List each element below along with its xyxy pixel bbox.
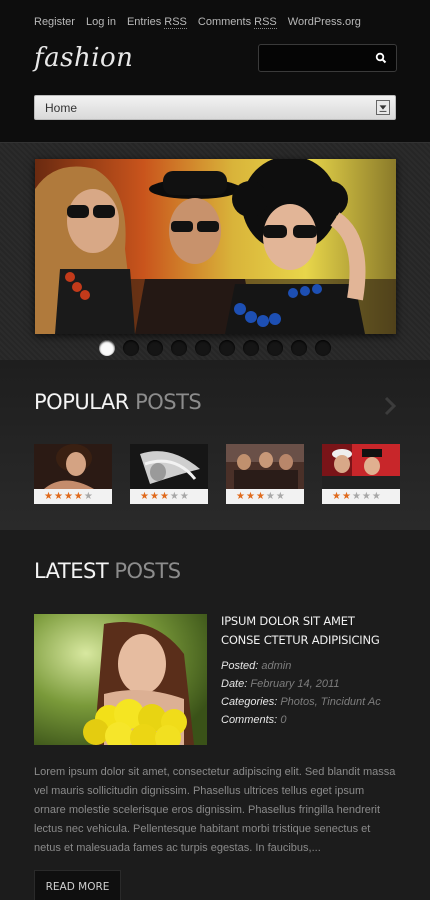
posted-author-link[interactable]: admin: [261, 660, 291, 672]
popular-posts-title: POPULAR POSTS: [34, 390, 202, 414]
slider-dot[interactable]: [171, 340, 187, 356]
search-icon[interactable]: [375, 52, 387, 64]
latest-title-bold: LATEST: [34, 559, 109, 583]
star-icon: ★: [265, 490, 275, 502]
star-icon: ★: [275, 490, 285, 502]
star-rating: ★ ★ ★ ★ ★: [322, 489, 400, 504]
latest-title-light: POSTS: [114, 559, 181, 583]
star-icon: ★: [169, 490, 179, 502]
post-meta-comments: Comments: 0: [221, 714, 286, 726]
popular-posts-section: POPULAR POSTS ★ ★ ★ ★ ★ ★ ★ ★ ★ ★ ★ ★ ★ …: [0, 360, 430, 530]
entries-rss-abbr: RSS: [164, 16, 187, 29]
slider-dot[interactable]: [243, 340, 259, 356]
popular-title-light: POSTS: [135, 390, 202, 414]
comments-count-value[interactable]: 0: [280, 714, 286, 726]
popular-posts-list: ★ ★ ★ ★ ★ ★ ★ ★ ★ ★ ★ ★ ★ ★ ★ ★ ★ ★ ★ ★: [34, 444, 400, 504]
dropdown-arrow-icon: [376, 100, 390, 115]
slider-dot[interactable]: [147, 340, 163, 356]
latest-posts-title: LATEST POSTS: [34, 559, 181, 583]
logo-text: fashion: [32, 43, 133, 73]
post-meta-date: Date: February 14, 2011: [221, 678, 339, 690]
popular-post-thumbnail[interactable]: [226, 444, 304, 489]
star-icon: ★: [245, 490, 255, 502]
woman-portrait-image: [34, 444, 112, 489]
blonde-hair-image: [130, 444, 208, 489]
categories-label: Categories:: [221, 696, 278, 708]
star-icon: ★: [341, 490, 351, 502]
popular-post-item[interactable]: ★ ★ ★ ★ ★: [226, 444, 304, 504]
woman-flowers-image: [34, 614, 207, 745]
featured-slider: [0, 142, 430, 360]
star-icon: ★: [159, 490, 169, 502]
latest-posts-section: LATEST POSTS IPSUM DOLOR SIT AMET CONSE …: [0, 530, 430, 900]
login-link[interactable]: Log in: [86, 16, 116, 28]
star-icon: ★: [73, 490, 83, 502]
star-icon: ★: [236, 490, 245, 502]
wordpress-link[interactable]: WordPress.org: [288, 16, 361, 28]
slider-dot[interactable]: [99, 340, 115, 356]
star-rating: ★ ★ ★ ★ ★: [34, 489, 112, 504]
date-value: February 14, 2011: [250, 678, 340, 690]
register-link[interactable]: Register: [34, 16, 75, 28]
entries-rss-link[interactable]: Entries RSS: [126, 16, 187, 29]
entries-label: Entries: [126, 16, 162, 28]
comments-count-label: Comments:: [221, 714, 278, 726]
site-logo[interactable]: fashion: [32, 38, 142, 80]
popular-post-item[interactable]: ★ ★ ★ ★ ★: [34, 444, 112, 504]
colorful-models-image: [322, 444, 400, 489]
popular-title-bold: POPULAR: [34, 390, 129, 414]
categories-links[interactable]: Photos, Tincidunt Ac: [280, 696, 380, 708]
menu-select[interactable]: Home: [34, 95, 396, 120]
group-street-image: [226, 444, 304, 489]
star-icon: ★: [332, 490, 341, 502]
popular-post-item[interactable]: ★ ★ ★ ★ ★: [130, 444, 208, 504]
popular-post-thumbnail[interactable]: [130, 444, 208, 489]
post-title[interactable]: IPSUM DOLOR SIT AMET CONSE CTETUR ADIPIS…: [221, 612, 396, 650]
site-header: Register Log in Entries RSS Comments RSS…: [0, 0, 430, 142]
post-excerpt: Lorem ipsum dolor sit amet, consectetur …: [34, 766, 396, 854]
slider-dot[interactable]: [219, 340, 235, 356]
posted-label: Posted:: [221, 660, 259, 672]
star-icon: ★: [44, 490, 53, 502]
popular-post-thumbnail[interactable]: [34, 444, 112, 489]
star-icon: ★: [255, 490, 265, 502]
star-icon: ★: [179, 490, 189, 502]
chevron-right-icon[interactable]: [382, 394, 398, 418]
post-meta-categories: Categories: Photos, Tincidunt Ac: [221, 696, 381, 708]
star-icon: ★: [140, 490, 149, 502]
slider-dot[interactable]: [267, 340, 283, 356]
top-navigation: Register Log in Entries RSS Comments RSS…: [34, 16, 361, 29]
search-input[interactable]: [259, 45, 369, 71]
post-meta-posted: Posted: admin: [221, 660, 291, 672]
post-thumbnail[interactable]: [34, 614, 207, 745]
comments-rss-link[interactable]: Comments RSS: [197, 16, 277, 29]
star-icon: ★: [53, 490, 63, 502]
star-icon: ★: [361, 490, 371, 502]
star-rating: ★ ★ ★ ★ ★: [130, 489, 208, 504]
star-rating: ★ ★ ★ ★ ★: [226, 489, 304, 504]
menu-select-value: Home: [45, 101, 78, 115]
search-box: [258, 44, 397, 72]
star-icon: ★: [371, 490, 381, 502]
read-more-button[interactable]: READ MORE: [34, 870, 121, 900]
star-icon: ★: [63, 490, 73, 502]
popular-post-item[interactable]: ★ ★ ★ ★ ★: [322, 444, 400, 504]
popular-post-thumbnail[interactable]: [322, 444, 400, 489]
slider-dot[interactable]: [195, 340, 211, 356]
slider-dot[interactable]: [123, 340, 139, 356]
star-icon: ★: [83, 490, 93, 502]
slider-dot[interactable]: [291, 340, 307, 356]
comments-rss-abbr: RSS: [254, 16, 277, 29]
date-label: Date:: [221, 678, 248, 690]
slider-pagination: [99, 340, 331, 356]
slide-image[interactable]: [35, 159, 396, 334]
star-icon: ★: [351, 490, 361, 502]
slider-dot[interactable]: [315, 340, 331, 356]
slide-photo: [35, 159, 396, 334]
star-icon: ★: [149, 490, 159, 502]
comments-label: Comments: [197, 16, 252, 28]
